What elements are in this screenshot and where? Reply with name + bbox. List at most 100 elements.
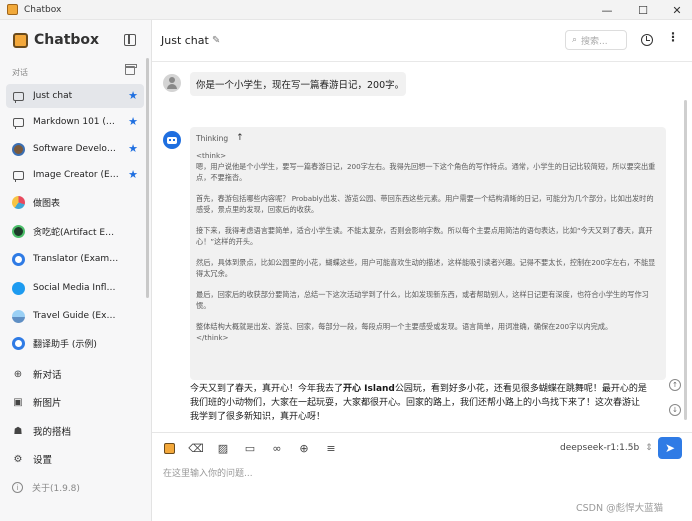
window-title: Chatbox [24,4,62,15]
chat-bubble-icon [11,89,25,103]
think-paragraph: 嗯，用户说他是个小学生，要写一篇春游日记，200字左右。我得先回想一下这个角色的… [196,162,656,182]
scroll-up-icon[interactable]: ↑ [669,379,681,391]
sidebar-scrollbar[interactable] [146,58,149,298]
settings-button[interactable]: ⚙ 设置 [12,452,53,467]
think-close-tag: </think> [196,333,229,342]
image-plus-icon: ▣ [13,396,23,408]
globe-icon[interactable]: ⊕ [297,441,311,455]
session-label: Image Creator (Example) [33,170,119,180]
think-paragraph: 首先，春游包括哪些内容呢？ Probably出发、游览公园、带回东西这些元素。用… [196,194,654,214]
session-item-markdown[interactable]: Markdown 101 (Example) ★ [6,110,144,134]
more-options-icon[interactable]: ⋮ [667,31,679,43]
session-item-translator[interactable]: Translator (Example) [6,247,144,271]
chat-header: Just chat ✎ ⌕ 搜索... ⋮ [152,20,692,62]
plus-circle-icon: ⊕ [13,368,23,380]
app-icon [7,4,18,15]
star-icon[interactable]: ★ [128,168,138,181]
chat-scrollbar[interactable] [684,100,687,420]
think-open-tag: <think> [196,151,227,160]
thinking-label: Thinking [196,133,229,143]
search-placeholder: 搜索... [581,36,608,47]
menu-label: 设置 [33,455,53,466]
sidebar: Chatbox 对话 Just chat ★ Markdown 101 (Exa… [0,20,152,521]
main-panel: Just chat ✎ ⌕ 搜索... ⋮ 你是一个小学生，现在写一篇春游日记，… [152,20,692,521]
assistant-avatar [163,131,181,149]
eraser-icon[interactable]: ⌫ [188,441,204,455]
menu-label: 新图片 [33,398,62,409]
think-paragraph: 最后，回家后的收获部分要简洁，总结一下这次活动学到了什么，比如发现新东西，或者帮… [196,290,649,310]
session-item-just-chat[interactable]: Just chat ★ [6,84,144,108]
answer-bold: 开心 Island [343,384,395,394]
collapse-arrow-icon[interactable]: ↑ [236,133,244,143]
session-item-chart[interactable]: 做图表 [6,190,144,214]
menu-label: 新对话 [33,370,62,381]
session-label: Travel Guide (Example) [33,311,119,321]
version-label: 关于(1.9.8) [32,484,80,494]
model-name: deepseek-r1:1.5b [560,443,640,453]
translator-avatar-icon [11,252,25,266]
my-copilots-button[interactable]: ☗ 我的搭档 [12,424,72,439]
close-button[interactable]: ✕ [660,0,692,20]
session-label: Translator (Example) [33,254,119,264]
history-icon[interactable] [641,34,653,46]
think-paragraph: 整体结构大概就是出发、游览、回家，每部分一段，每段点明一个主要感受或发现。语言简… [196,322,613,331]
sliders-icon[interactable]: ≡ [324,441,338,455]
session-label: 翻译助手 (示例) [33,339,97,350]
session-item-travel-guide[interactable]: Travel Guide (Example) [6,304,144,328]
user-message: 你是一个小学生，现在写一篇春游日记，200字。 [190,72,406,96]
session-label: 贪吃蛇(Artifact Example) [33,227,119,238]
session-label: Markdown 101 (Example) [33,117,119,127]
user-avatar [163,74,181,92]
search-input[interactable]: ⌕ 搜索... [565,30,627,50]
folder-icon[interactable]: ▭ [243,441,257,455]
maximize-button[interactable]: ☐ [626,0,660,20]
new-image-button[interactable]: ▣ 新图片 [12,395,62,410]
message-input[interactable]: 在这里输入你的问题... [163,466,253,479]
minimize-button[interactable]: — [590,0,624,20]
chevron-updown-icon: ⇕ [645,443,653,453]
session-label: 做图表 [33,198,61,209]
session-item-image-creator[interactable]: Image Creator (Example) ★ [6,163,144,187]
chat-bubble-icon [11,168,25,182]
archive-icon[interactable] [125,64,137,75]
info-icon: i [12,482,23,493]
brand: Chatbox [13,32,99,48]
session-item-social-media[interactable]: Social Media Influencer (Example) [6,276,144,300]
edit-title-icon[interactable]: ✎ [212,35,220,46]
session-label: Social Media Influencer (Example) [33,283,119,293]
brand-name: Chatbox [34,32,100,48]
model-selector[interactable]: deepseek-r1:1.5b ⇕ [560,443,653,453]
session-item-snake[interactable]: 贪吃蛇(Artifact Example) [6,219,144,243]
assistant-answer: 今天又到了春天，真开心！今年我去了开心 Island公园玩，看到好多小花，还看见… [190,384,647,422]
scroll-down-icon[interactable]: ↓ [669,404,681,416]
twitter-avatar-icon [11,281,25,295]
thinking-block: Thinking ↑ <think> 嗯，用户说他是个小学生，要写一篇春游日记，… [190,127,666,380]
session-item-translate-assistant[interactable]: 翻译助手 (示例) [6,331,144,355]
chat-title: Just chat [161,34,209,47]
session-item-software-developer[interactable]: Software Developer ★ [6,137,144,161]
about-version[interactable]: i 关于(1.9.8) [12,481,80,494]
send-icon: ➤ [664,441,676,455]
star-icon[interactable]: ★ [128,89,138,102]
search-icon: ⌕ [572,35,578,45]
travel-avatar-icon [11,309,25,323]
gear-icon: ⚙ [13,453,23,465]
chatbox-logo-icon [13,32,28,48]
chatbox-logo-icon[interactable] [162,441,176,455]
section-label: 对话 [12,68,28,77]
link-icon[interactable]: ∞ [270,441,284,455]
chat-bubble-icon [11,115,25,129]
collapse-sidebar-icon[interactable] [124,34,136,46]
translate-avatar-icon [11,336,25,350]
thinking-header[interactable]: Thinking ↑ [196,133,660,143]
developer-avatar-icon [11,142,25,156]
session-label: Software Developer [33,144,119,154]
snake-avatar-icon [11,224,25,238]
star-icon[interactable]: ★ [128,142,138,155]
image-icon[interactable]: ▨ [216,441,230,455]
send-button[interactable]: ➤ [658,437,682,459]
chart-avatar-icon [11,195,25,209]
star-icon[interactable]: ★ [128,115,138,128]
new-chat-button[interactable]: ⊕ 新对话 [12,367,62,382]
menu-label: 我的搭档 [33,427,72,438]
